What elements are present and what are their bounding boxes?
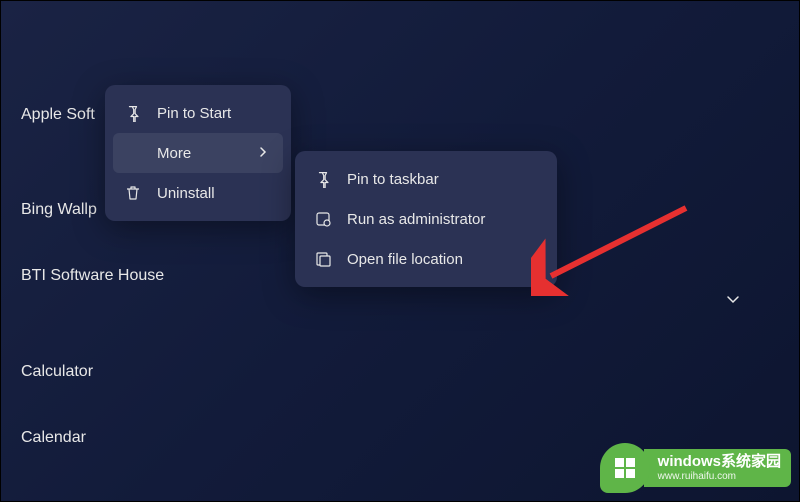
app-item-calculator[interactable]: Calculator bbox=[21, 363, 164, 381]
context-menu-submenu: Pin to taskbar Run as administrator Open… bbox=[295, 151, 557, 287]
watermark-url: www.ruihaifu.com bbox=[658, 471, 781, 483]
menu-item-pin-to-start[interactable]: Pin to Start bbox=[113, 93, 283, 133]
shield-icon bbox=[313, 209, 333, 229]
menu-label: Pin to Start bbox=[157, 105, 273, 122]
watermark-text: windows系统家园 www.ruihaifu.com bbox=[644, 449, 791, 487]
pin-icon bbox=[313, 169, 333, 189]
app-item-bti[interactable]: BTI Software House bbox=[21, 267, 164, 285]
folder-icon bbox=[313, 249, 333, 269]
watermark-title: windows系统家园 bbox=[658, 453, 781, 471]
context-menu-primary: Pin to Start More Uninstall bbox=[105, 85, 291, 221]
blank-icon bbox=[123, 143, 143, 163]
menu-label: Run as administrator bbox=[347, 211, 539, 228]
chevron-right-icon bbox=[257, 145, 269, 162]
menu-label: More bbox=[157, 145, 257, 162]
app-item-calendar[interactable]: Calendar bbox=[21, 429, 164, 447]
menu-item-uninstall[interactable]: Uninstall bbox=[113, 173, 283, 213]
menu-item-pin-to-taskbar[interactable]: Pin to taskbar bbox=[303, 159, 549, 199]
menu-item-open-file-location[interactable]: Open file location bbox=[303, 239, 549, 279]
menu-item-run-as-admin[interactable]: Run as administrator bbox=[303, 199, 549, 239]
menu-label: Pin to taskbar bbox=[347, 171, 539, 188]
menu-label: Uninstall bbox=[157, 185, 273, 202]
watermark-logo-icon bbox=[600, 443, 650, 493]
menu-label: Open file location bbox=[347, 251, 539, 268]
menu-item-more[interactable]: More bbox=[113, 133, 283, 173]
trash-icon bbox=[123, 183, 143, 203]
watermark: windows系统家园 www.ruihaifu.com bbox=[600, 443, 791, 493]
pin-icon bbox=[123, 103, 143, 123]
expand-chevron-icon[interactable] bbox=[725, 291, 741, 312]
